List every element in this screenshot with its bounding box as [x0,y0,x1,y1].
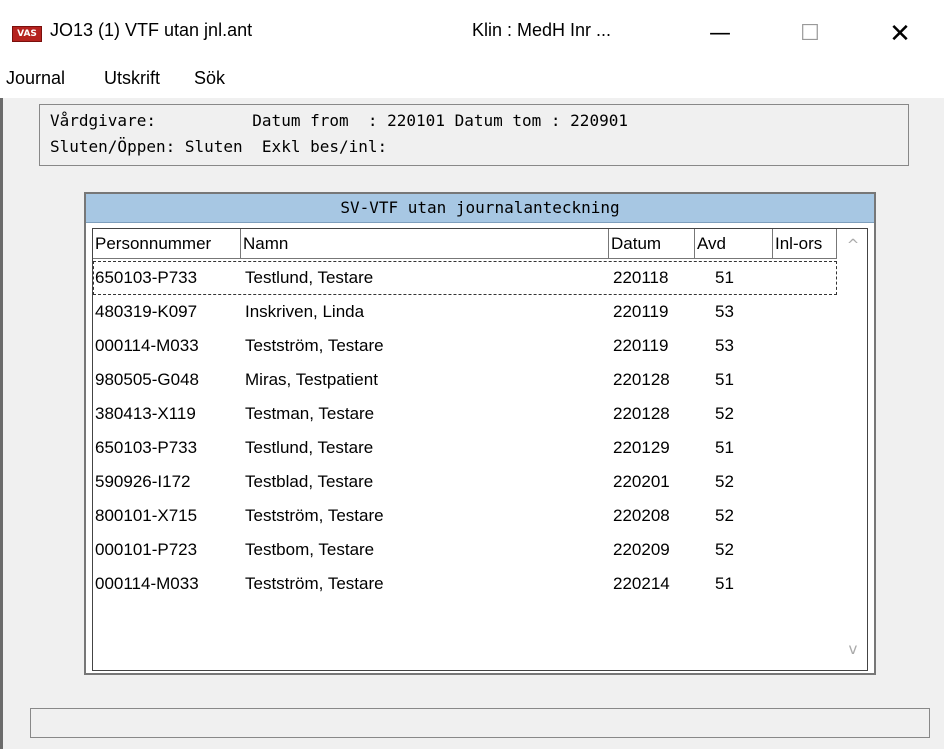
cell-personnummer: 800101-X715 [95,506,198,525]
cell-avd: 53 [715,302,734,321]
cell-namn: Testström, Testare [245,336,384,355]
app-icon: VAS [12,26,42,42]
cell-personnummer: 650103-P733 [95,268,198,287]
scroll-down-icon[interactable]: v [839,635,867,663]
cell-personnummer: 650103-P733 [95,438,198,457]
column-header-namn[interactable]: Namn [241,229,609,259]
cell-avd: 51 [715,268,734,287]
cell-datum: 220201 [613,472,670,491]
table-row[interactable]: 980505-G048 Miras, Testpatient 220128 51 [93,363,837,397]
cell-namn: Testbom, Testare [245,540,375,559]
cell-namn: Miras, Testpatient [245,370,378,389]
column-headers: Personnummer Namn Datum Avd Inl-ors [93,229,845,259]
cell-datum: 220214 [613,574,670,593]
table-row[interactable]: 650103-P733 Testlund, Testare 220118 51 [93,261,837,295]
column-header-personnummer[interactable]: Personnummer [93,229,241,259]
list-title: SV-VTF utan journalanteckning [86,194,874,223]
window-title: JO13 (1) VTF utan jnl.ant [50,20,253,40]
table-row[interactable]: 000101-P723 Testbom, Testare 220209 52 [93,533,837,567]
cell-personnummer: 590926-I172 [95,472,191,491]
cell-avd: 52 [715,506,734,525]
cell-namn: Testblad, Testare [245,472,374,491]
window-title-context: Klin : MedH Inr ... [472,20,612,40]
cell-avd: 53 [715,336,734,355]
minimize-button[interactable]: — [700,14,740,54]
table-row[interactable]: 380413-X119 Testman, Testare 220128 52 [93,397,837,431]
cell-avd: 51 [715,438,734,457]
menu-sok[interactable]: Sök [194,68,225,89]
filter-info-box: Vårdgivare: Datum from : 220101 Datum to… [39,104,909,166]
table-row[interactable]: 480319-K097 Inskriven, Linda 220119 53 [93,295,837,329]
cell-namn: Testström, Testare [245,506,384,525]
info-line-2: Sluten/Öppen: Sluten Exkl bes/inl: [50,137,388,156]
cell-namn: Testlund, Testare [245,268,374,287]
column-header-datum[interactable]: Datum [609,229,695,259]
menu-journal[interactable]: Journal [6,68,65,89]
cell-avd: 51 [715,574,734,593]
cell-personnummer: 000101-P723 [95,540,198,559]
patient-grid: Personnummer Namn Datum Avd Inl-ors 6501… [92,228,868,671]
menu-utskrift[interactable]: Utskrift [104,68,160,89]
cell-datum: 220208 [613,506,670,525]
close-button[interactable]: ✕ [880,14,920,54]
cell-namn: Testlund, Testare [245,438,374,457]
table-row[interactable]: 000114-M033 Testström, Testare 220119 53 [93,329,837,363]
cell-avd: 52 [715,404,734,423]
menu-bar: Journal Utskrift Sök [0,64,944,98]
list-window: SV-VTF utan journalanteckning Personnumm… [84,192,876,675]
column-header-inl-ors[interactable]: Inl-ors [773,229,837,259]
cell-datum: 220119 [613,302,669,321]
vertical-scrollbar[interactable]: ^ v [839,229,867,670]
cell-datum: 220128 [613,404,670,423]
table-row[interactable]: 000114-M033 Testström, Testare 220214 51 [93,567,837,601]
cell-datum: 220119 [613,336,669,355]
info-line-1: Vårdgivare: Datum from : 220101 Datum to… [50,111,628,130]
cell-datum: 220209 [613,540,670,559]
maximize-button[interactable]: ☐ [790,14,830,54]
window-frame [0,98,3,749]
cell-avd: 52 [715,540,734,559]
scroll-up-icon[interactable]: ^ [839,231,867,259]
cell-datum: 220118 [613,268,669,287]
cell-personnummer: 000114-M033 [95,336,199,355]
cell-datum: 220128 [613,370,670,389]
cell-avd: 51 [715,370,734,389]
table-row[interactable]: 590926-I172 Testblad, Testare 220201 52 [93,465,837,499]
status-bar [30,708,930,738]
column-header-avd[interactable]: Avd [695,229,773,259]
cell-personnummer: 380413-X119 [95,404,196,423]
cell-avd: 52 [715,472,734,491]
cell-personnummer: 980505-G048 [95,370,199,389]
cell-datum: 220129 [613,438,670,457]
cell-personnummer: 000114-M033 [95,574,199,593]
cell-namn: Testström, Testare [245,574,384,593]
cell-personnummer: 480319-K097 [95,302,198,321]
table-row[interactable]: 650103-P733 Testlund, Testare 220129 51 [93,431,837,465]
table-row[interactable]: 800101-X715 Testström, Testare 220208 52 [93,499,837,533]
title-bar: VAS JO13 (1) VTF utan jnl.ant Klin : Med… [0,0,944,64]
cell-namn: Testman, Testare [245,404,375,423]
cell-namn: Inskriven, Linda [245,302,365,321]
